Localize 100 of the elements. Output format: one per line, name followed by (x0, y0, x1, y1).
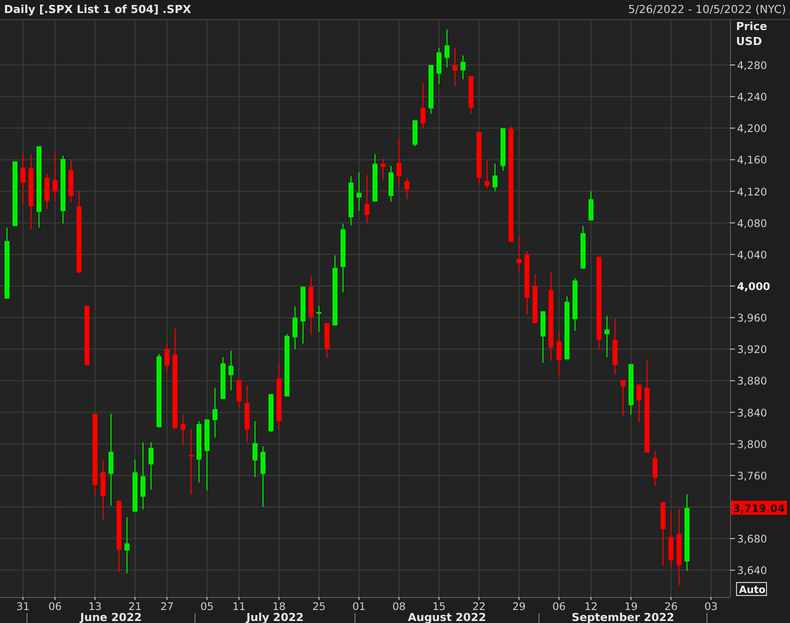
candlestick (612, 318, 618, 375)
candlestick (516, 236, 522, 274)
candlestick (100, 460, 106, 520)
month-label: August 2022 (408, 611, 486, 623)
candlestick (140, 442, 146, 510)
candlestick (444, 28, 450, 68)
candlestick (564, 296, 570, 360)
axis-label: 3,680 (737, 534, 768, 546)
axis-label: 31 (16, 601, 30, 613)
chart-title: Daily [.SPX List 1 of 504] .SPX (4, 3, 192, 16)
candlestick (348, 176, 354, 226)
candlestick (428, 64, 434, 114)
candlestick (364, 174, 370, 224)
axis-label: 11 (232, 601, 246, 613)
candlestick (388, 166, 394, 202)
candlestick (628, 364, 634, 416)
axis-label: 13 (88, 601, 102, 613)
candlestick (588, 190, 594, 221)
candlestick (268, 394, 274, 433)
candlestick (492, 163, 498, 192)
axis-label: 4,120 (737, 186, 768, 198)
axis-label: 18 (272, 601, 286, 613)
candlestick (452, 47, 458, 87)
candlestick (604, 316, 610, 358)
candlestick (420, 82, 426, 129)
axis-label: 03 (704, 601, 718, 613)
candlestick (580, 226, 586, 270)
axis-label: 4,040 (737, 249, 768, 262)
axis-label: 3,800 (737, 438, 768, 451)
axis-label: 3,880 (737, 376, 768, 388)
candlestick (308, 275, 314, 336)
candlestick (124, 516, 130, 574)
axis-label: 26 (664, 601, 678, 613)
candlestick (52, 152, 58, 202)
candlestick (236, 379, 242, 408)
candlestick (572, 278, 578, 332)
candlestick (396, 138, 402, 186)
candlestick (252, 420, 258, 478)
month-label: September 2022 (572, 611, 674, 623)
candlestick (652, 450, 658, 486)
candlestick (476, 132, 482, 186)
candlestick (460, 55, 466, 80)
candlestick (556, 331, 562, 376)
candlestick (500, 128, 506, 172)
axis-label: 06 (48, 601, 62, 613)
price-label: 3,719.04 (731, 500, 787, 515)
candlestick (660, 502, 666, 566)
candlestick (180, 414, 186, 446)
axis-label: 08 (392, 601, 406, 613)
candlestick (532, 274, 538, 324)
axis-label: 05 (200, 601, 214, 613)
axis-label: 22 (472, 601, 486, 613)
axis-label: 4,160 (737, 154, 768, 167)
candlestick (484, 159, 490, 190)
candlestick (620, 379, 626, 417)
candlestick (20, 152, 26, 204)
axis-label: 3,840 (737, 407, 768, 420)
candlestick (436, 47, 442, 84)
candlestick (228, 350, 234, 391)
auto-button[interactable]: Auto (736, 582, 767, 596)
axis-label: 4,240 (737, 92, 768, 104)
candlestick (164, 342, 170, 374)
candlestick (540, 310, 546, 364)
candlestick (212, 387, 218, 438)
month-label: July 2022 (246, 611, 304, 623)
candlestick (132, 459, 138, 512)
axis-label: 4,080 (737, 218, 768, 230)
date-range: 5/26/2022 - 10/5/2022 (NYC) (628, 3, 786, 16)
candlestick (244, 384, 250, 443)
axis-label: 3,960 (737, 312, 768, 325)
candlestick (468, 76, 474, 114)
candlestick (84, 305, 90, 366)
candlestick (380, 158, 386, 181)
candlestick (404, 177, 410, 200)
axis-label: 3,640 (737, 565, 768, 578)
candlestick (196, 420, 202, 484)
axis-label: 4,280 (737, 60, 768, 72)
axis-label: 29 (512, 601, 526, 613)
axis-label: 4,200 (737, 123, 768, 136)
candlestick (316, 305, 322, 332)
axis-label: 25 (312, 601, 326, 613)
candlestick (332, 254, 338, 326)
axis-label: 27 (160, 601, 174, 613)
candlestick (60, 155, 66, 224)
candlestick (524, 250, 530, 315)
axis-label: 4,000 (737, 281, 770, 293)
axis-label: 01 (352, 601, 366, 613)
candlestick (188, 428, 194, 495)
axis-label: 19 (624, 601, 638, 613)
axis-label: 06 (552, 601, 566, 613)
axis-title: Price USD (736, 20, 768, 48)
candlestick (324, 322, 330, 358)
candlestick (148, 442, 154, 490)
month-label: June 2022 (80, 611, 142, 623)
candlestick (300, 286, 306, 344)
candlestick (68, 159, 74, 203)
candlestick (284, 334, 290, 397)
candlestick (636, 383, 642, 424)
axis-label: 3,920 (737, 344, 768, 356)
axis-label: 3,760 (737, 470, 768, 482)
